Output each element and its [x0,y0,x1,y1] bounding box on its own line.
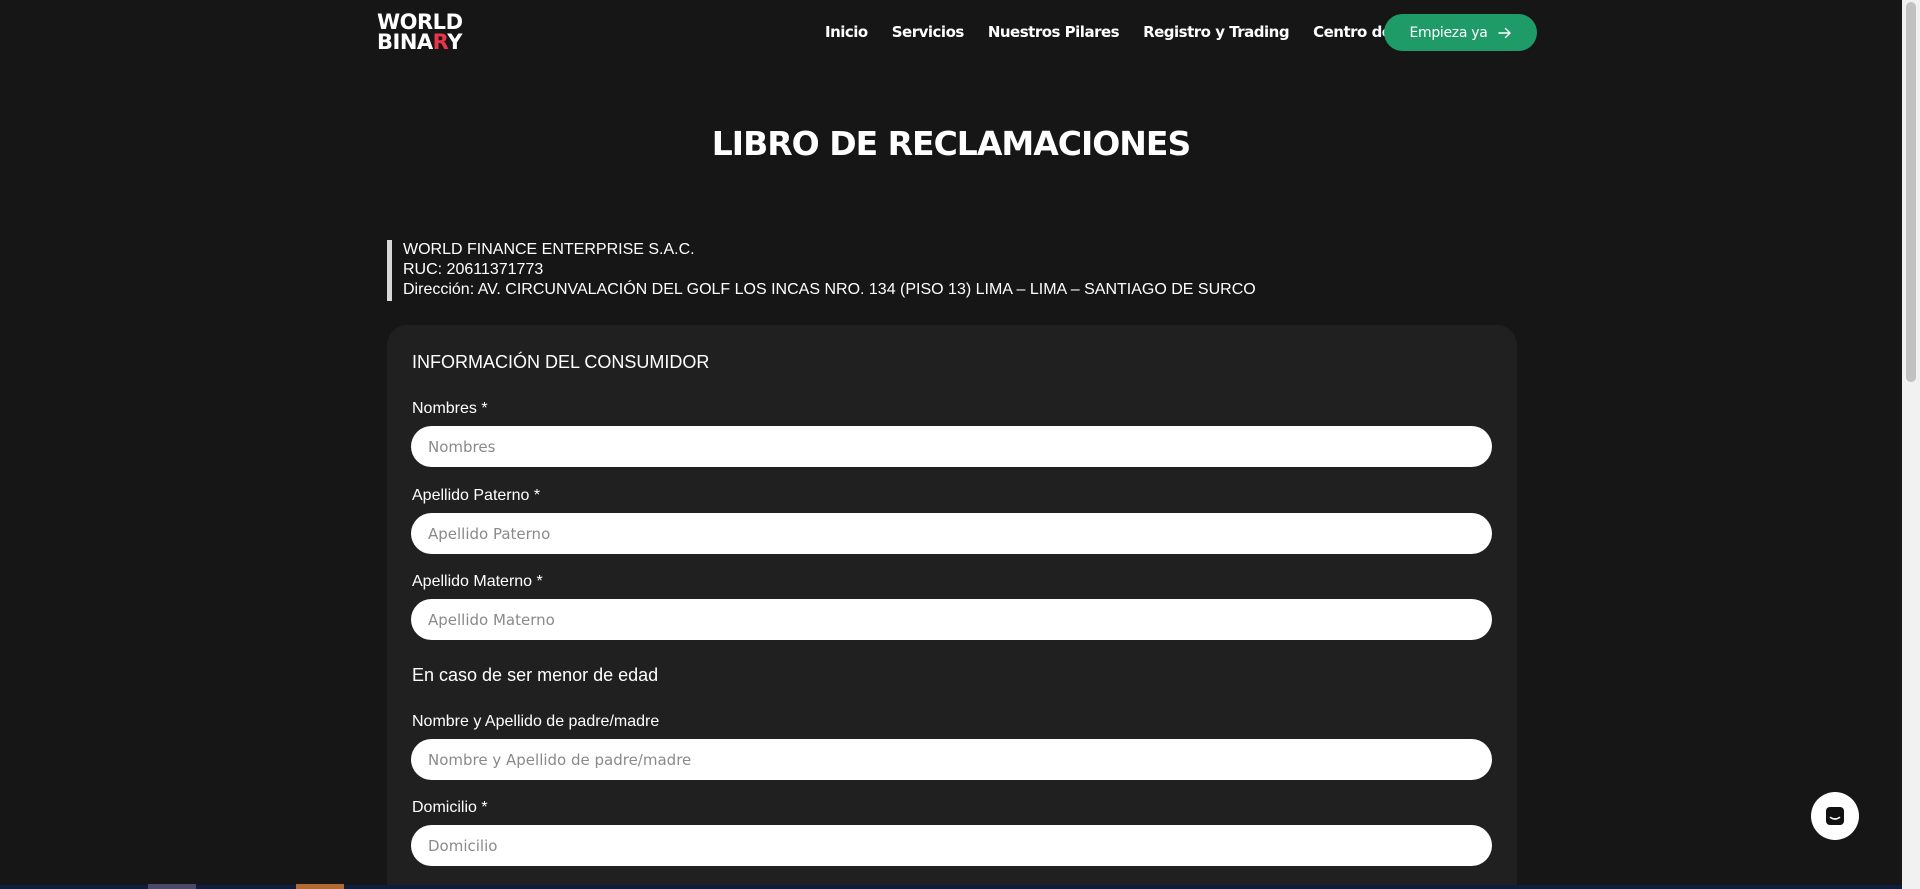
company-name: WORLD FINANCE ENTERPRISE S.A.C. [403,241,695,258]
company-address: Dirección: AV. CIRCUNVALACIÓN DEL GOLF L… [403,281,1256,298]
nombres-input[interactable] [411,426,1492,467]
domicilio-input[interactable] [411,825,1492,866]
padre-madre-input[interactable] [411,739,1492,780]
nav-link-inicio[interactable]: Inicio [825,23,868,41]
scrollbar-thumb[interactable] [1906,2,1916,382]
company-info: WORLD FINANCE ENTERPRISE S.A.C. RUC: 206… [387,240,1256,301]
logo-line-1: WORLD [377,10,463,34]
arrow-right-icon [1497,27,1511,38]
logo-line-2: BINARY [377,30,462,54]
domicilio-label: Domicilio * [412,799,488,816]
apellido-paterno-input[interactable] [411,513,1492,554]
main-nav: Inicio Servicios Nuestros Pilares Regist… [825,23,1447,41]
chat-launcher-button[interactable] [1811,792,1859,840]
apellido-paterno-label: Apellido Paterno * [412,487,541,504]
bottom-tab[interactable] [148,884,196,889]
cta-label: Empieza ya [1409,24,1488,41]
empieza-ya-button[interactable]: Empieza ya [1384,14,1537,51]
bottom-strip [0,885,1902,889]
bottom-tab[interactable] [296,884,344,889]
page-title: LIBRO DE RECLAMACIONES [711,124,1191,163]
minor-section-title: En caso de ser menor de edad [412,665,659,685]
section-title: INFORMACIÓN DEL CONSUMIDOR [412,352,710,372]
padre-madre-label: Nombre y Apellido de padre/madre [412,713,660,730]
nav-link-servicios[interactable]: Servicios [892,23,965,41]
page-scrollbar[interactable] [1902,0,1920,889]
apellido-materno-label: Apellido Materno * [412,573,543,590]
nav-link-nuestros-pilares[interactable]: Nuestros Pilares [988,23,1120,41]
world-binary-logo[interactable]: WORLD BINARY [377,10,463,54]
nombres-label: Nombres * [412,400,488,417]
company-ruc: RUC: 20611371773 [403,261,544,278]
chat-icon [1826,807,1844,825]
apellido-materno-input[interactable] [411,599,1492,640]
site-header: WORLD BINARY Inicio Servicios Nuestros P… [0,0,1902,66]
nav-link-registro-trading[interactable]: Registro y Trading [1143,23,1290,41]
